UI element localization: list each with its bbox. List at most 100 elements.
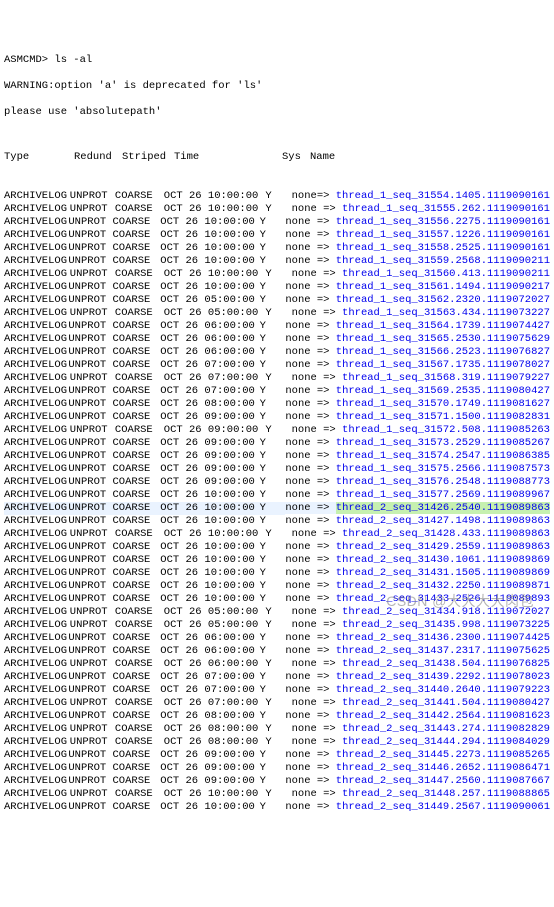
table-row: ARCHIVELOGUNPROTCOARSEOCT 26 09:00:00Yno… [4, 476, 550, 489]
cell-sys: Y [260, 450, 286, 463]
none-prefix: none => [292, 658, 342, 670]
header-sys: Sys [282, 151, 310, 164]
cell-striped: COARSE [112, 502, 160, 515]
cell-sys: Y [260, 411, 286, 424]
table-row: ARCHIVELOGUNPROTCOARSEOCT 26 10:00:00Yno… [4, 554, 550, 567]
cell-redund: UNPROT [68, 801, 112, 814]
cell-redund: UNPROT [68, 515, 112, 528]
cell-time: OCT 26 08:00:00 [160, 398, 259, 411]
cell-type: ARCHIVELOG [4, 203, 70, 216]
cell-sys: Y [260, 333, 286, 346]
cell-type: ARCHIVELOG [4, 255, 68, 268]
cell-redund: UNPROT [68, 346, 112, 359]
table-row: ARCHIVELOGUNPROTCOARSEOCT 26 10:00:00Yno… [4, 268, 550, 281]
cell-striped: COARSE [115, 658, 164, 671]
none-prefix: none => [292, 528, 342, 540]
cell-type: ARCHIVELOG [4, 398, 68, 411]
cell-type: ARCHIVELOG [4, 554, 68, 567]
file-name: thread_2_seq_31436.2300.1119074425 [336, 632, 550, 644]
cell-name: none => thread_1_seq_31560.413.111909021… [292, 268, 550, 281]
cell-striped: COARSE [112, 333, 160, 346]
cell-striped: COARSE [112, 281, 160, 294]
cell-sys: Y [260, 476, 286, 489]
cell-name: none => thread_2_seq_31427.1498.11190898… [285, 515, 550, 528]
cell-redund: UNPROT [68, 671, 112, 684]
cell-redund: UNPROT [70, 619, 115, 632]
cell-sys: Y [260, 762, 286, 775]
table-row: ARCHIVELOGUNPROTCOARSEOCT 26 08:00:00Yno… [4, 398, 550, 411]
cell-striped: COARSE [112, 346, 160, 359]
cell-type: ARCHIVELOG [4, 632, 68, 645]
cell-time: OCT 26 07:00:00 [160, 385, 259, 398]
cell-sys: Y [260, 645, 286, 658]
cell-striped: COARSE [115, 788, 164, 801]
file-name: thread_2_seq_31437.2317.1119075625 [336, 645, 550, 657]
cell-time: OCT 26 10:00:00 [164, 788, 266, 801]
cell-time: OCT 26 06:00:00 [164, 658, 266, 671]
header-name: Name [310, 151, 550, 164]
none-prefix: none => [285, 385, 335, 397]
cell-redund: UNPROT [68, 385, 112, 398]
file-name: thread_1_seq_31573.2529.1119085267 [336, 437, 550, 449]
cell-name: none => thread_1_seq_31556.2275.11190901… [285, 216, 550, 229]
cell-time: OCT 26 05:00:00 [160, 294, 259, 307]
header-type: Type [4, 151, 74, 164]
cell-redund: UNPROT [70, 697, 115, 710]
cell-sys: Y [265, 528, 291, 541]
cell-time: OCT 26 08:00:00 [164, 723, 266, 736]
cell-time: OCT 26 07:00:00 [160, 684, 259, 697]
none-prefix: none => [285, 359, 335, 371]
file-name: thread_2_seq_31438.504.1119076825 [342, 658, 550, 670]
none-prefix: none => [292, 788, 342, 800]
cell-sys: Y [260, 593, 286, 606]
cell-striped: COARSE [112, 216, 160, 229]
none-prefix: none => [285, 489, 335, 501]
cell-redund: UNPROT [68, 541, 112, 554]
cell-type: ARCHIVELOG [4, 697, 70, 710]
cell-striped: COARSE [115, 723, 164, 736]
none-prefix: none => [285, 632, 335, 644]
cell-type: ARCHIVELOG [4, 710, 68, 723]
none-prefix: none => [285, 216, 335, 228]
table-row: ARCHIVELOGUNPROTCOARSEOCT 26 06:00:00Yno… [4, 658, 550, 671]
cell-time: OCT 26 10:00:00 [160, 216, 259, 229]
table-row: ARCHIVELOGUNPROTCOARSEOCT 26 05:00:00Yno… [4, 294, 550, 307]
cell-type: ARCHIVELOG [4, 411, 68, 424]
cell-name: none => thread_1_seq_31571.1500.11190828… [285, 411, 550, 424]
table-row: ARCHIVELOGUNPROTCOARSEOCT 26 07:00:00Yno… [4, 684, 550, 697]
cell-name: none => thread_1_seq_31558.2525.11190901… [285, 242, 550, 255]
table-row: ARCHIVELOGUNPROTCOARSEOCT 26 08:00:00Yno… [4, 723, 550, 736]
cell-redund: UNPROT [68, 645, 112, 658]
file-name: thread_1_seq_31568.319.1119079227 [342, 372, 550, 384]
none-prefix: none=> [292, 190, 336, 202]
none-prefix: none => [292, 697, 342, 709]
cell-name: none => thread_1_seq_31564.1739.11190744… [285, 320, 550, 333]
cell-time: OCT 26 07:00:00 [160, 671, 259, 684]
cell-time: OCT 26 10:00:00 [164, 190, 266, 203]
cell-striped: COARSE [112, 567, 160, 580]
cell-redund: UNPROT [70, 658, 115, 671]
cell-type: ARCHIVELOG [4, 749, 68, 762]
cell-redund: UNPROT [68, 567, 112, 580]
cell-sys: Y [265, 307, 291, 320]
cell-time: OCT 26 06:00:00 [160, 645, 259, 658]
cell-redund: UNPROT [68, 450, 112, 463]
cell-redund: UNPROT [70, 788, 115, 801]
file-name: thread_2_seq_31449.2567.1119090061 [336, 801, 550, 813]
file-name: thread_1_seq_31558.2525.1119090161 [336, 242, 550, 254]
cell-striped: COARSE [112, 489, 160, 502]
file-name: thread_1_seq_31576.2548.1119088773 [336, 476, 550, 488]
cell-striped: COARSE [115, 528, 164, 541]
cell-time: OCT 26 10:00:00 [164, 528, 266, 541]
file-name: thread_1_seq_31563.434.1119073227 [342, 307, 550, 319]
cell-time: OCT 26 06:00:00 [160, 320, 259, 333]
cell-type: ARCHIVELOG [4, 658, 70, 671]
cell-striped: COARSE [112, 671, 160, 684]
cell-time: OCT 26 10:00:00 [160, 229, 259, 242]
cell-redund: UNPROT [70, 736, 115, 749]
cell-sys: Y [260, 710, 286, 723]
cell-sys: Y [260, 437, 286, 450]
cell-time: OCT 26 09:00:00 [160, 476, 259, 489]
cell-sys: Y [265, 619, 291, 632]
cell-redund: UNPROT [68, 684, 112, 697]
